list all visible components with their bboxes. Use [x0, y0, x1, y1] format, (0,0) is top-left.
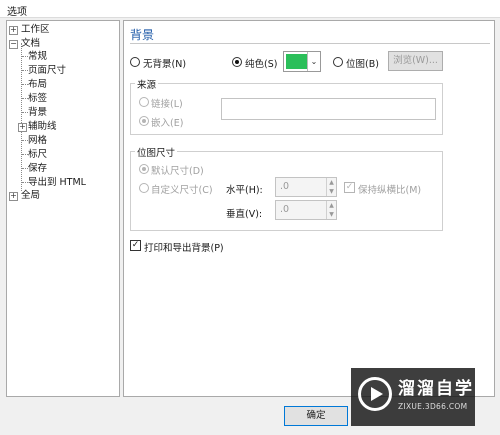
horizontal-stepper[interactable]: .0 ▲ ▼	[275, 177, 337, 197]
check-icon: ✓	[131, 240, 140, 250]
tree-item-label: 标签	[28, 93, 48, 104]
tree-item-label: 网格	[28, 135, 48, 146]
no-background-label[interactable]: 无背景(N)	[143, 56, 186, 70]
tree-item-label: 布局	[28, 79, 48, 90]
divider	[130, 43, 490, 44]
horizontal-label: 水平(H):	[226, 185, 263, 196]
vertical-stepper[interactable]: .0 ▲ ▼	[275, 200, 337, 220]
custom-size-label[interactable]: 自定义尺寸(C)	[151, 182, 213, 196]
watermark-url: ZIXUE.3D66.COM	[398, 402, 468, 411]
background-settings-panel: 背景 无背景(N) 纯色(S) ⌄ 位图(B) 浏览(W)... 来源 链接(L…	[123, 20, 495, 397]
tree-item-label: 保存	[28, 163, 48, 174]
no-background-radio[interactable]	[130, 57, 140, 67]
vertical-value: .0	[280, 204, 290, 215]
spin-up-icon[interactable]: ▲	[327, 178, 336, 187]
color-picker[interactable]: ⌄	[283, 51, 321, 72]
check-icon: ✓	[345, 182, 354, 192]
tree-item-label: 工作区	[21, 24, 50, 35]
watermark-name: 溜溜自学	[398, 379, 474, 399]
vertical-label: 垂直(V):	[226, 209, 263, 220]
spin-arrows[interactable]: ▲ ▼	[326, 201, 336, 219]
tree-item-label: 辅助线	[28, 121, 57, 132]
tree-item-label: 标尺	[28, 149, 48, 160]
bitmap-path-input[interactable]	[221, 98, 436, 120]
source-group: 来源 链接(L) 嵌入(E)	[130, 77, 443, 135]
plus-box-icon[interactable]: +	[9, 26, 18, 35]
bitmap-label[interactable]: 位图(B)	[346, 56, 379, 70]
keep-ratio-label[interactable]: 保持纵横比(M)	[358, 182, 421, 196]
plus-box-icon[interactable]: +	[9, 192, 18, 201]
browse-button[interactable]: 浏览(W)...	[388, 51, 443, 71]
solid-color-radio[interactable]	[232, 57, 242, 67]
link-label[interactable]: 链接(L)	[151, 96, 183, 110]
embed-radio[interactable]	[139, 116, 149, 126]
bitmap-size-group: 位图尺寸 默认尺寸(D) 自定义尺寸(C) 水平(H): .0 ▲ ▼ ✓ 保持纵…	[130, 145, 443, 231]
minus-box-icon[interactable]: −	[9, 40, 18, 49]
color-swatch-fill	[286, 54, 307, 69]
source-group-title: 来源	[135, 77, 159, 91]
horizontal-value: .0	[280, 181, 290, 192]
tree-item-label: 文档	[21, 38, 41, 49]
plus-box-icon[interactable]: +	[18, 123, 27, 132]
tree-item-label: 导出到 HTML	[28, 177, 86, 188]
keep-ratio-checkbox[interactable]: ✓	[344, 182, 355, 193]
window-title: 选项	[7, 7, 27, 18]
embed-label[interactable]: 嵌入(E)	[151, 115, 183, 129]
spin-down-icon[interactable]: ▼	[327, 210, 336, 219]
default-size-label[interactable]: 默认尺寸(D)	[151, 163, 204, 177]
play-logo-icon	[358, 377, 392, 411]
bitmap-size-group-title: 位图尺寸	[135, 145, 178, 159]
custom-size-radio[interactable]	[139, 183, 149, 193]
ok-button[interactable]: 确定	[284, 406, 348, 426]
page-title: 背景	[130, 28, 155, 42]
solid-color-label[interactable]: 纯色(S)	[245, 56, 277, 70]
tree-item-label: 页面尺寸	[28, 65, 67, 76]
options-tree[interactable]: + 工作区 − 文档 常规 页面尺寸 布局 标签 背景 + 辅助线 网格 标尺 …	[6, 20, 120, 397]
spin-arrows[interactable]: ▲ ▼	[326, 178, 336, 196]
tree-item-label: 全局	[21, 190, 41, 201]
title-bar: 选项	[0, 0, 500, 18]
default-size-radio[interactable]	[139, 164, 149, 174]
print-export-checkbox[interactable]: ✓	[130, 240, 141, 251]
spin-down-icon[interactable]: ▼	[327, 187, 336, 196]
spin-up-icon[interactable]: ▲	[327, 201, 336, 210]
watermark: 溜溜自学 ZIXUE.3D66.COM	[351, 368, 475, 426]
bitmap-radio[interactable]	[333, 57, 343, 67]
print-export-label[interactable]: 打印和导出背景(P)	[144, 240, 224, 254]
link-radio[interactable]	[139, 97, 149, 107]
tree-item-label: 常规	[28, 51, 48, 62]
tree-item-label: 背景	[28, 107, 48, 118]
chevron-down-icon[interactable]: ⌄	[307, 52, 320, 71]
